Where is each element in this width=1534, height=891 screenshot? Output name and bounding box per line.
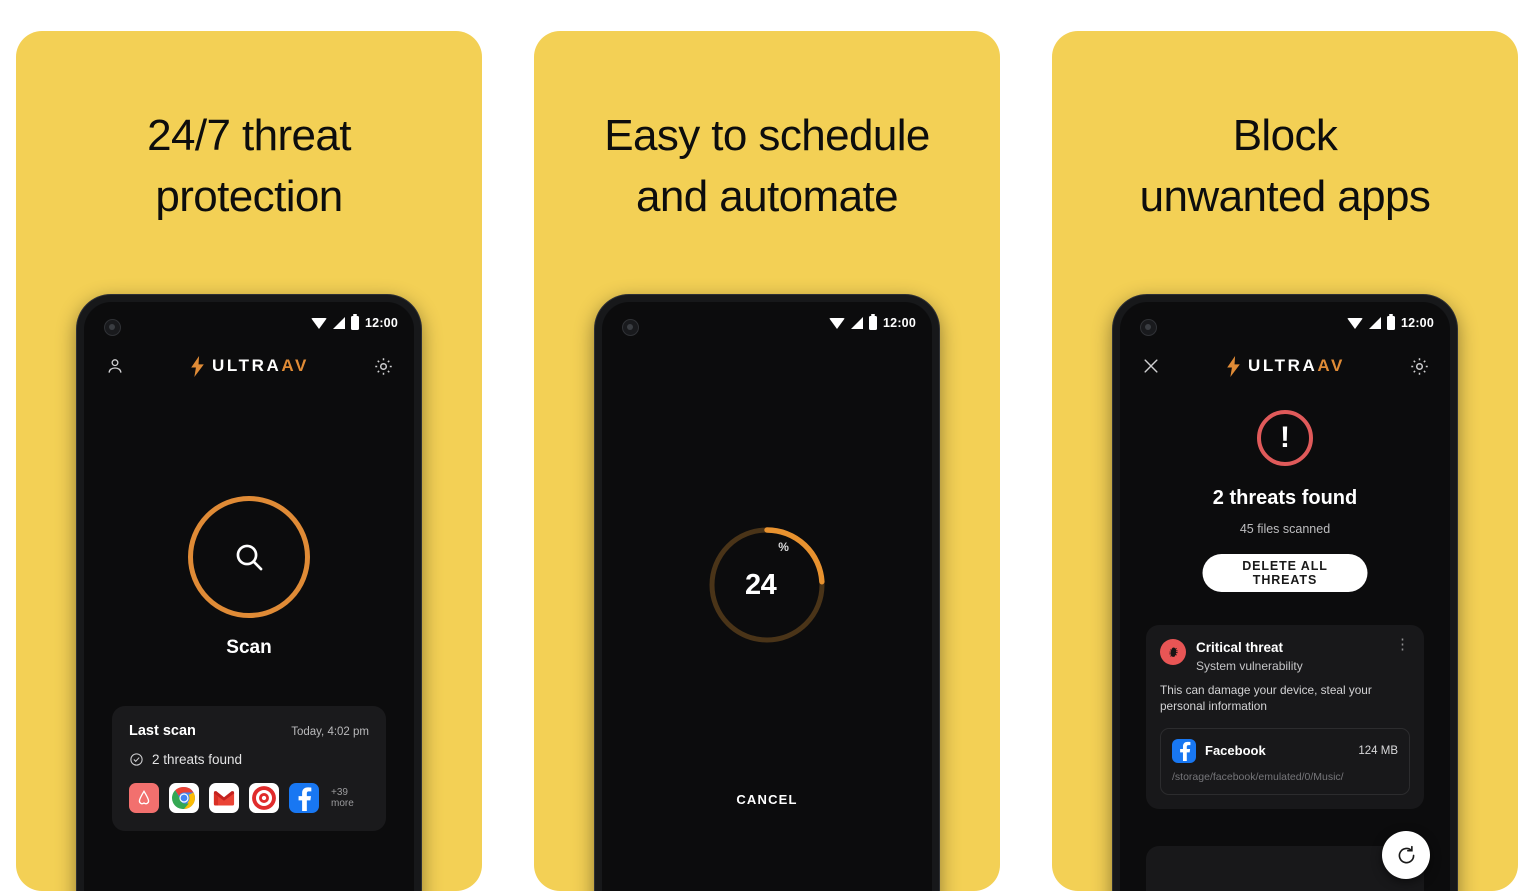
scan-button[interactable] [188,496,310,618]
last-scan-title: Last scan [129,723,196,739]
power-button[interactable] [420,564,421,604]
gmail-app-icon[interactable] [209,783,239,813]
threat-card[interactable]: Critical threat System vulnerability ⋮ T… [1146,625,1424,809]
delete-all-threats-button[interactable]: DELETE ALL THREATS [1202,554,1368,592]
threat-file-box[interactable]: Facebook 124 MB /storage/facebook/emulat… [1160,727,1410,795]
app-header-1: ULTRAAV [84,344,414,388]
promo-card-schedule-automate: Easy to schedule and automate 12:00 24 %… [534,31,1000,891]
lightning-bolt-icon [191,355,204,377]
battery-full-icon [351,313,360,330]
gear-icon[interactable] [1406,353,1432,379]
search-magnifier-icon [236,544,263,571]
page-title: Block unwanted apps [1052,106,1518,227]
threat-description: This can damage your device, steal your … [1160,683,1372,713]
threat-subtitle: System vulnerability [1196,659,1303,673]
more-apps-count: +39 [331,786,348,798]
progress-unit: % [778,540,789,554]
status-bar: 12:00 [1347,313,1434,330]
headline-line-2: unwanted apps [1139,171,1431,221]
bug-icon [1160,639,1186,665]
refresh-rescan-icon[interactable] [1382,831,1430,879]
phone-mockup-3: 12:00 ULTRAAV ! 2 threats found 45 files… [1113,295,1457,891]
progress-value: 24 [745,568,777,601]
brand-name: ULTRAAV [1248,356,1345,375]
wifi-icon [1347,317,1364,329]
last-scan-header: Last scan Today, 4:02 pm [129,723,369,739]
threat-file-size: 124 MB [1358,744,1398,757]
promo-card-block-apps: Block unwanted apps 12:00 ULTRAAV ! 2 th… [1052,31,1518,891]
front-camera-icon [622,319,639,336]
headline-line-2: and automate [636,171,899,221]
status-bar: 12:00 [311,313,398,330]
last-scan-status-label: 2 threats found [152,752,243,767]
cellular-signal-icon [333,317,346,329]
exclamation-circle-icon: ! [1257,410,1313,466]
scanned-apps-list: +39 more [129,783,369,813]
target-app-icon[interactable] [249,783,279,813]
check-circle-icon [130,753,143,766]
threat-card-titles: Critical threat System vulnerability [1196,639,1303,673]
battery-full-icon [869,313,878,330]
account-person-icon[interactable] [102,353,128,379]
wifi-icon [311,317,328,329]
cancel-button[interactable]: CANCEL [602,792,932,807]
volume-button[interactable] [420,480,421,544]
page-title: 24/7 threat protection [16,106,482,227]
front-camera-icon [104,319,121,336]
more-apps-label[interactable]: +39 more [331,787,354,810]
status-bar-time: 12:00 [365,316,398,330]
volume-button[interactable] [938,480,939,544]
cellular-signal-icon [851,317,864,329]
threat-file-row: Facebook 124 MB [1172,738,1398,763]
status-bar-time: 12:00 [883,316,916,330]
exclamation-mark: ! [1280,421,1290,454]
threat-file-path: /storage/facebook/emulated/0/Music/ [1172,770,1344,783]
close-x-icon[interactable] [1138,353,1164,379]
cellular-signal-icon [1369,317,1382,329]
phone-screen-2: 12:00 24 % CANCEL [602,302,932,891]
lightning-bolt-icon [1227,355,1240,377]
brand-logo: ULTRAAV [189,355,309,377]
progress-value-group: 24 % [706,524,828,646]
volume-button[interactable] [1456,480,1457,544]
threat-file-name: Facebook [1205,743,1266,759]
front-camera-icon [1140,319,1157,336]
power-button[interactable] [1456,564,1457,604]
status-bar: 12:00 [829,313,916,330]
promo-card-threat-protection: 24/7 threat protection 12:00 ULTRAAV Sca… [16,31,482,891]
power-button[interactable] [938,564,939,604]
headline-line-1: Block [1232,111,1338,160]
last-scan-status: 2 threats found [129,752,369,767]
status-bar-time: 12:00 [1401,316,1434,330]
page-title: Easy to schedule and automate [534,106,1000,227]
chrome-app-icon[interactable] [169,783,199,813]
phone-screen-3: 12:00 ULTRAAV ! 2 threats found 45 files… [1120,302,1450,891]
more-apps-word: more [331,798,354,809]
phone-screen-1: 12:00 ULTRAAV Scan Last scan Today, 4:02… [84,302,414,891]
phone-mockup-2: 12:00 24 % CANCEL [595,295,939,891]
headline-line-2: protection [155,171,343,221]
headline-line-1: Easy to schedule [604,111,930,160]
last-scan-timestamp: Today, 4:02 pm [291,726,369,738]
threat-title: Critical threat [1196,640,1284,655]
last-scan-card[interactable]: Last scan Today, 4:02 pm 2 threats found [112,706,386,831]
threat-card-header: Critical threat System vulnerability ⋮ [1160,637,1410,673]
screenshot-gallery: 24/7 threat protection 12:00 ULTRAAV Sca… [0,0,1534,891]
facebook-app-icon[interactable] [289,783,319,813]
kebab-menu-icon[interactable]: ⋮ [1395,637,1410,652]
brand-name: ULTRAAV [212,356,309,375]
files-scanned-subtitle: 45 files scanned [1239,522,1331,536]
facebook-app-icon [1172,738,1196,763]
wifi-icon [829,317,846,329]
brand-logo: ULTRAAV [1225,355,1345,377]
headline-line-1: 24/7 threat [147,111,351,160]
scan-progress-ring: 24 % [706,524,828,646]
phone-mockup-1: 12:00 ULTRAAV Scan Last scan Today, 4:02… [77,295,421,891]
app-header-3: ULTRAAV [1120,344,1450,388]
airbnb-app-icon[interactable] [129,783,159,813]
threats-found-title: 2 threats found [1212,487,1358,509]
battery-full-icon [1387,313,1396,330]
scan-label: Scan [226,637,272,658]
gear-icon[interactable] [370,353,396,379]
